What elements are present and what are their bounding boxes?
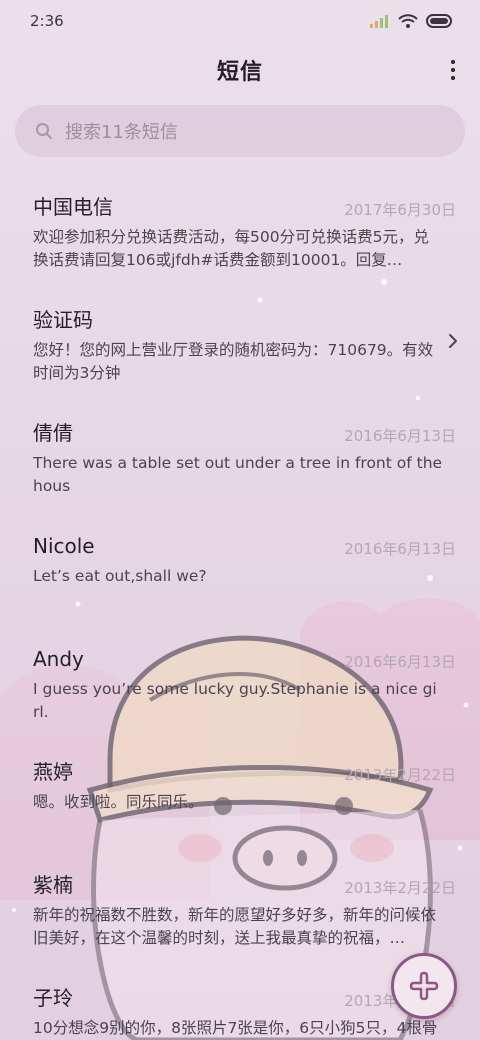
search-placeholder: 搜索11条短信 (65, 122, 178, 143)
conversation-item[interactable]: 验证码 您好！您的网上营业厅登录的随机密码为：710679。有效时间为3分钟 (0, 289, 480, 402)
conversation-item[interactable]: 中国电信 2017年6月30日 欢迎参加积分兑换话费活动，每500分可兑换话费5… (0, 176, 480, 289)
battery-icon (426, 14, 452, 28)
message-preview: 嗯。收到啦。同乐同乐。 (33, 793, 204, 811)
contact-name: 验证码 (33, 308, 93, 332)
chevron-right-icon[interactable] (448, 333, 458, 349)
message-preview: 10分想念9别的你，8张照片7张是你，6只小狗5只，4根骨头3根归你，2爪着地1… (33, 1019, 438, 1037)
conversation-list: 中国电信 2017年6月30日 欢迎参加积分兑换话费活动，每500分可兑换话费5… (0, 176, 480, 1040)
more-vertical-icon[interactable] (448, 56, 458, 84)
status-bar: 2:36 (0, 0, 480, 42)
conversation-item[interactable]: 燕婷 2013年2月22日 嗯。收到啦。同乐同乐。 (0, 741, 480, 854)
message-preview: There was a table set out under a tree i… (33, 454, 443, 495)
conversation-item[interactable]: Andy 2016年6月13日 I guess you’re some luck… (0, 628, 480, 741)
message-date: 2017年6月30日 (344, 201, 456, 219)
message-preview: 新年的祝福数不胜数，新年的愿望好多好多，新年的问候依旧美好，在这个温馨的时刻，送… (33, 906, 437, 947)
status-time: 2:36 (30, 12, 64, 30)
signal-icon (370, 15, 388, 28)
message-preview: 欢迎参加积分兑换话费活动，每500分可兑换话费5元，兑换话费请回复106或jfd… (33, 228, 429, 269)
message-date: 2016年6月13日 (344, 540, 456, 558)
wifi-icon (398, 13, 418, 28)
message-date: 2013年2月22日 (344, 766, 456, 784)
app-header: 短信 (0, 48, 480, 92)
message-preview: 您好！您的网上营业厅登录的随机密码为：710679。有效时间为3分钟 (33, 341, 434, 382)
message-date: 2016年6月13日 (344, 427, 456, 445)
conversation-item[interactable]: 倩倩 2016年6月13日 There was a table set out … (0, 402, 480, 515)
conversation-item[interactable]: Nicole 2016年6月13日 Let’s eat out,shall we… (0, 515, 480, 628)
message-preview: I guess you’re some lucky guy.Stephanie … (33, 680, 437, 721)
message-date: 2013年2月22日 (344, 879, 456, 897)
compose-button[interactable] (391, 953, 457, 1019)
search-input[interactable]: 搜索11条短信 (15, 105, 465, 157)
search-icon (36, 123, 52, 139)
conversation-item[interactable]: 紫楠 2013年2月22日 新年的祝福数不胜数，新年的愿望好多好多，新年的问候依… (0, 854, 480, 967)
page-title: 短信 (216, 60, 263, 85)
status-icons (370, 13, 454, 29)
message-date: 2016年6月13日 (344, 653, 456, 671)
message-preview: Let’s eat out,shall we? (33, 567, 207, 585)
plus-icon (409, 971, 439, 1001)
